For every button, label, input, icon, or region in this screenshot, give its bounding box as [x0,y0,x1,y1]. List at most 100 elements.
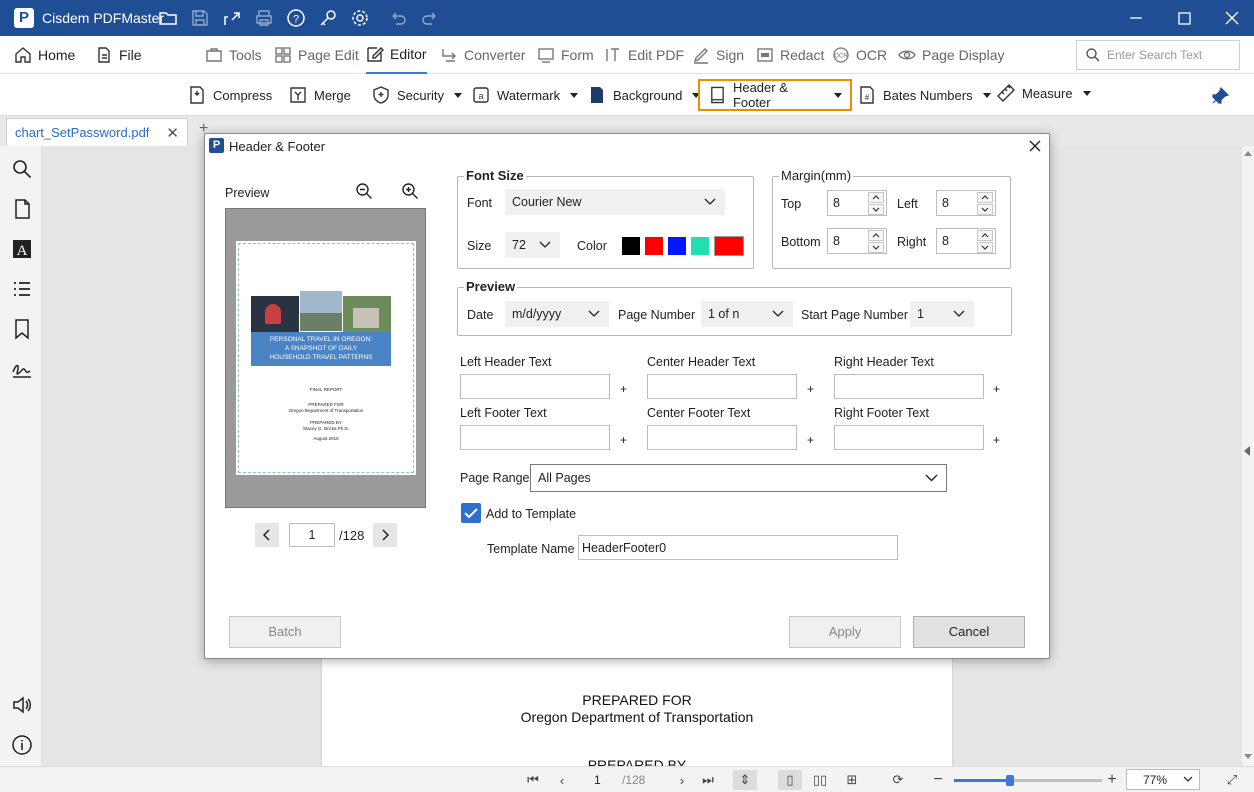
menu-converter[interactable]: Converter [440,36,525,74]
document-tab[interactable]: chart_SetPassword.pdf ✕ [6,118,188,146]
right-footer-input[interactable] [834,425,984,450]
menu-ocr[interactable]: OCR OCR [832,36,887,74]
add-to-template-checkbox[interactable] [461,503,481,523]
speaker-icon[interactable] [11,694,33,716]
pin-icon[interactable] [1210,86,1230,106]
outline-list-icon[interactable] [11,278,33,300]
header-footer-button[interactable]: Header & Footer [698,79,852,111]
settings-icon[interactable] [350,8,370,28]
menu-tools[interactable]: Tools [205,36,262,74]
info-icon[interactable] [11,734,33,756]
menu-editor[interactable]: Editor [366,36,427,74]
menu-page-display[interactable]: Page Display [898,36,1005,74]
left-header-insert-button[interactable]: + [620,382,627,396]
next-page-icon[interactable]: › [672,770,692,790]
zoom-out-icon[interactable] [355,182,373,200]
help-icon[interactable]: ? [286,8,306,28]
minimize-icon[interactable] [1124,6,1148,30]
collapse-panel-icon[interactable] [1244,446,1250,456]
menu-page-edit[interactable]: Page Edit [274,36,359,74]
zoom-slider[interactable] [954,775,1102,786]
date-format-select[interactable]: m/d/yyyy [505,301,609,327]
undo-icon[interactable] [388,8,408,28]
page-range-select[interactable]: All Pages [530,464,947,492]
template-name-input[interactable]: HeaderFooter0 [578,535,898,560]
color-swatch-blue[interactable] [668,237,686,255]
increment-icon[interactable] [977,230,993,241]
menu-form[interactable]: Form [537,36,594,74]
batch-button[interactable]: Batch [229,616,341,648]
center-footer-insert-button[interactable]: + [807,433,814,447]
increment-icon[interactable] [977,192,993,203]
text-icon[interactable]: A [11,238,33,260]
menu-home[interactable]: Home [14,36,75,74]
size-select[interactable]: 72 [505,232,560,258]
scroll-down-icon[interactable] [1244,754,1252,759]
save-icon[interactable] [190,8,210,28]
menu-edit-pdf[interactable]: Edit PDF [604,36,684,74]
scroll-up-icon[interactable] [1244,151,1252,156]
left-header-input[interactable] [460,374,610,399]
single-page-icon[interactable]: ▯ [778,770,802,790]
measure-button[interactable]: Measure [996,78,1091,108]
decrement-icon[interactable] [977,204,993,215]
two-page-icon[interactable]: ▯▯ [810,770,830,790]
current-page[interactable]: 1 [594,773,601,787]
first-page-icon[interactable]: ⏮ [523,770,543,790]
color-swatch-teal[interactable] [691,237,709,255]
margin-top-stepper[interactable]: 8 [827,190,887,216]
left-footer-insert-button[interactable]: + [620,433,627,447]
decrement-icon[interactable] [977,242,993,253]
watermark-button[interactable]: a Watermark [471,80,579,110]
margin-left-stepper[interactable]: 8 [936,190,996,216]
compress-button[interactable]: Compress [187,80,272,110]
zoom-slider-handle[interactable] [1006,775,1014,786]
close-window-icon[interactable] [1220,6,1244,30]
decrement-icon[interactable] [868,242,884,253]
rotate-page-icon[interactable]: ⟳ [888,770,908,790]
search-icon[interactable] [11,158,33,180]
fullscreen-icon[interactable]: ⤢ [1222,770,1242,790]
center-header-input[interactable] [647,374,797,399]
fit-height-icon[interactable]: ⇕ [733,770,757,790]
decrement-icon[interactable] [868,204,884,215]
zoom-out-icon[interactable]: − [928,770,948,790]
merge-button[interactable]: Merge [288,80,351,110]
print-icon[interactable] [254,8,274,28]
right-header-input[interactable] [834,374,984,399]
font-select[interactable]: Courier New [505,189,725,215]
signature-icon[interactable] [11,358,33,380]
key-icon[interactable] [318,8,338,28]
open-folder-icon[interactable] [158,8,178,28]
search-input[interactable]: Enter Search Text [1076,40,1240,70]
preview-page-input[interactable]: 1 [289,523,335,547]
cancel-button[interactable]: Cancel [913,616,1025,648]
page-thumbnails-icon[interactable] [11,198,33,220]
right-header-insert-button[interactable]: + [993,382,1000,396]
close-tab-icon[interactable]: ✕ [166,124,179,142]
close-dialog-icon[interactable] [1028,139,1042,153]
page-number-format-select[interactable]: 1 of n [701,301,793,327]
center-footer-input[interactable] [647,425,797,450]
zoom-select[interactable]: 77% [1126,769,1200,790]
apply-button[interactable]: Apply [789,616,901,648]
prev-page-icon[interactable]: ‹ [552,770,572,790]
share-icon[interactable] [222,8,242,28]
vertical-scrollbar[interactable] [1242,146,1254,766]
start-page-number-select[interactable]: 1 [910,301,974,327]
menu-file[interactable]: File [95,36,142,74]
zoom-in-icon[interactable] [401,182,419,200]
maximize-icon[interactable] [1172,6,1196,30]
menu-sign[interactable]: Sign [692,36,744,74]
increment-icon[interactable] [868,230,884,241]
margin-bottom-stepper[interactable]: 8 [827,228,887,254]
last-page-icon[interactable]: ⏭ [698,770,718,790]
background-button[interactable]: Background [587,80,701,110]
zoom-in-icon[interactable]: + [1102,770,1122,790]
menu-redact[interactable]: Redact [756,36,824,74]
custom-color-picker[interactable] [714,236,744,256]
bates-numbers-button[interactable]: # Bates Numbers [857,80,991,110]
left-footer-input[interactable] [460,425,610,450]
center-header-insert-button[interactable]: + [807,382,814,396]
security-button[interactable]: Security [371,80,462,110]
